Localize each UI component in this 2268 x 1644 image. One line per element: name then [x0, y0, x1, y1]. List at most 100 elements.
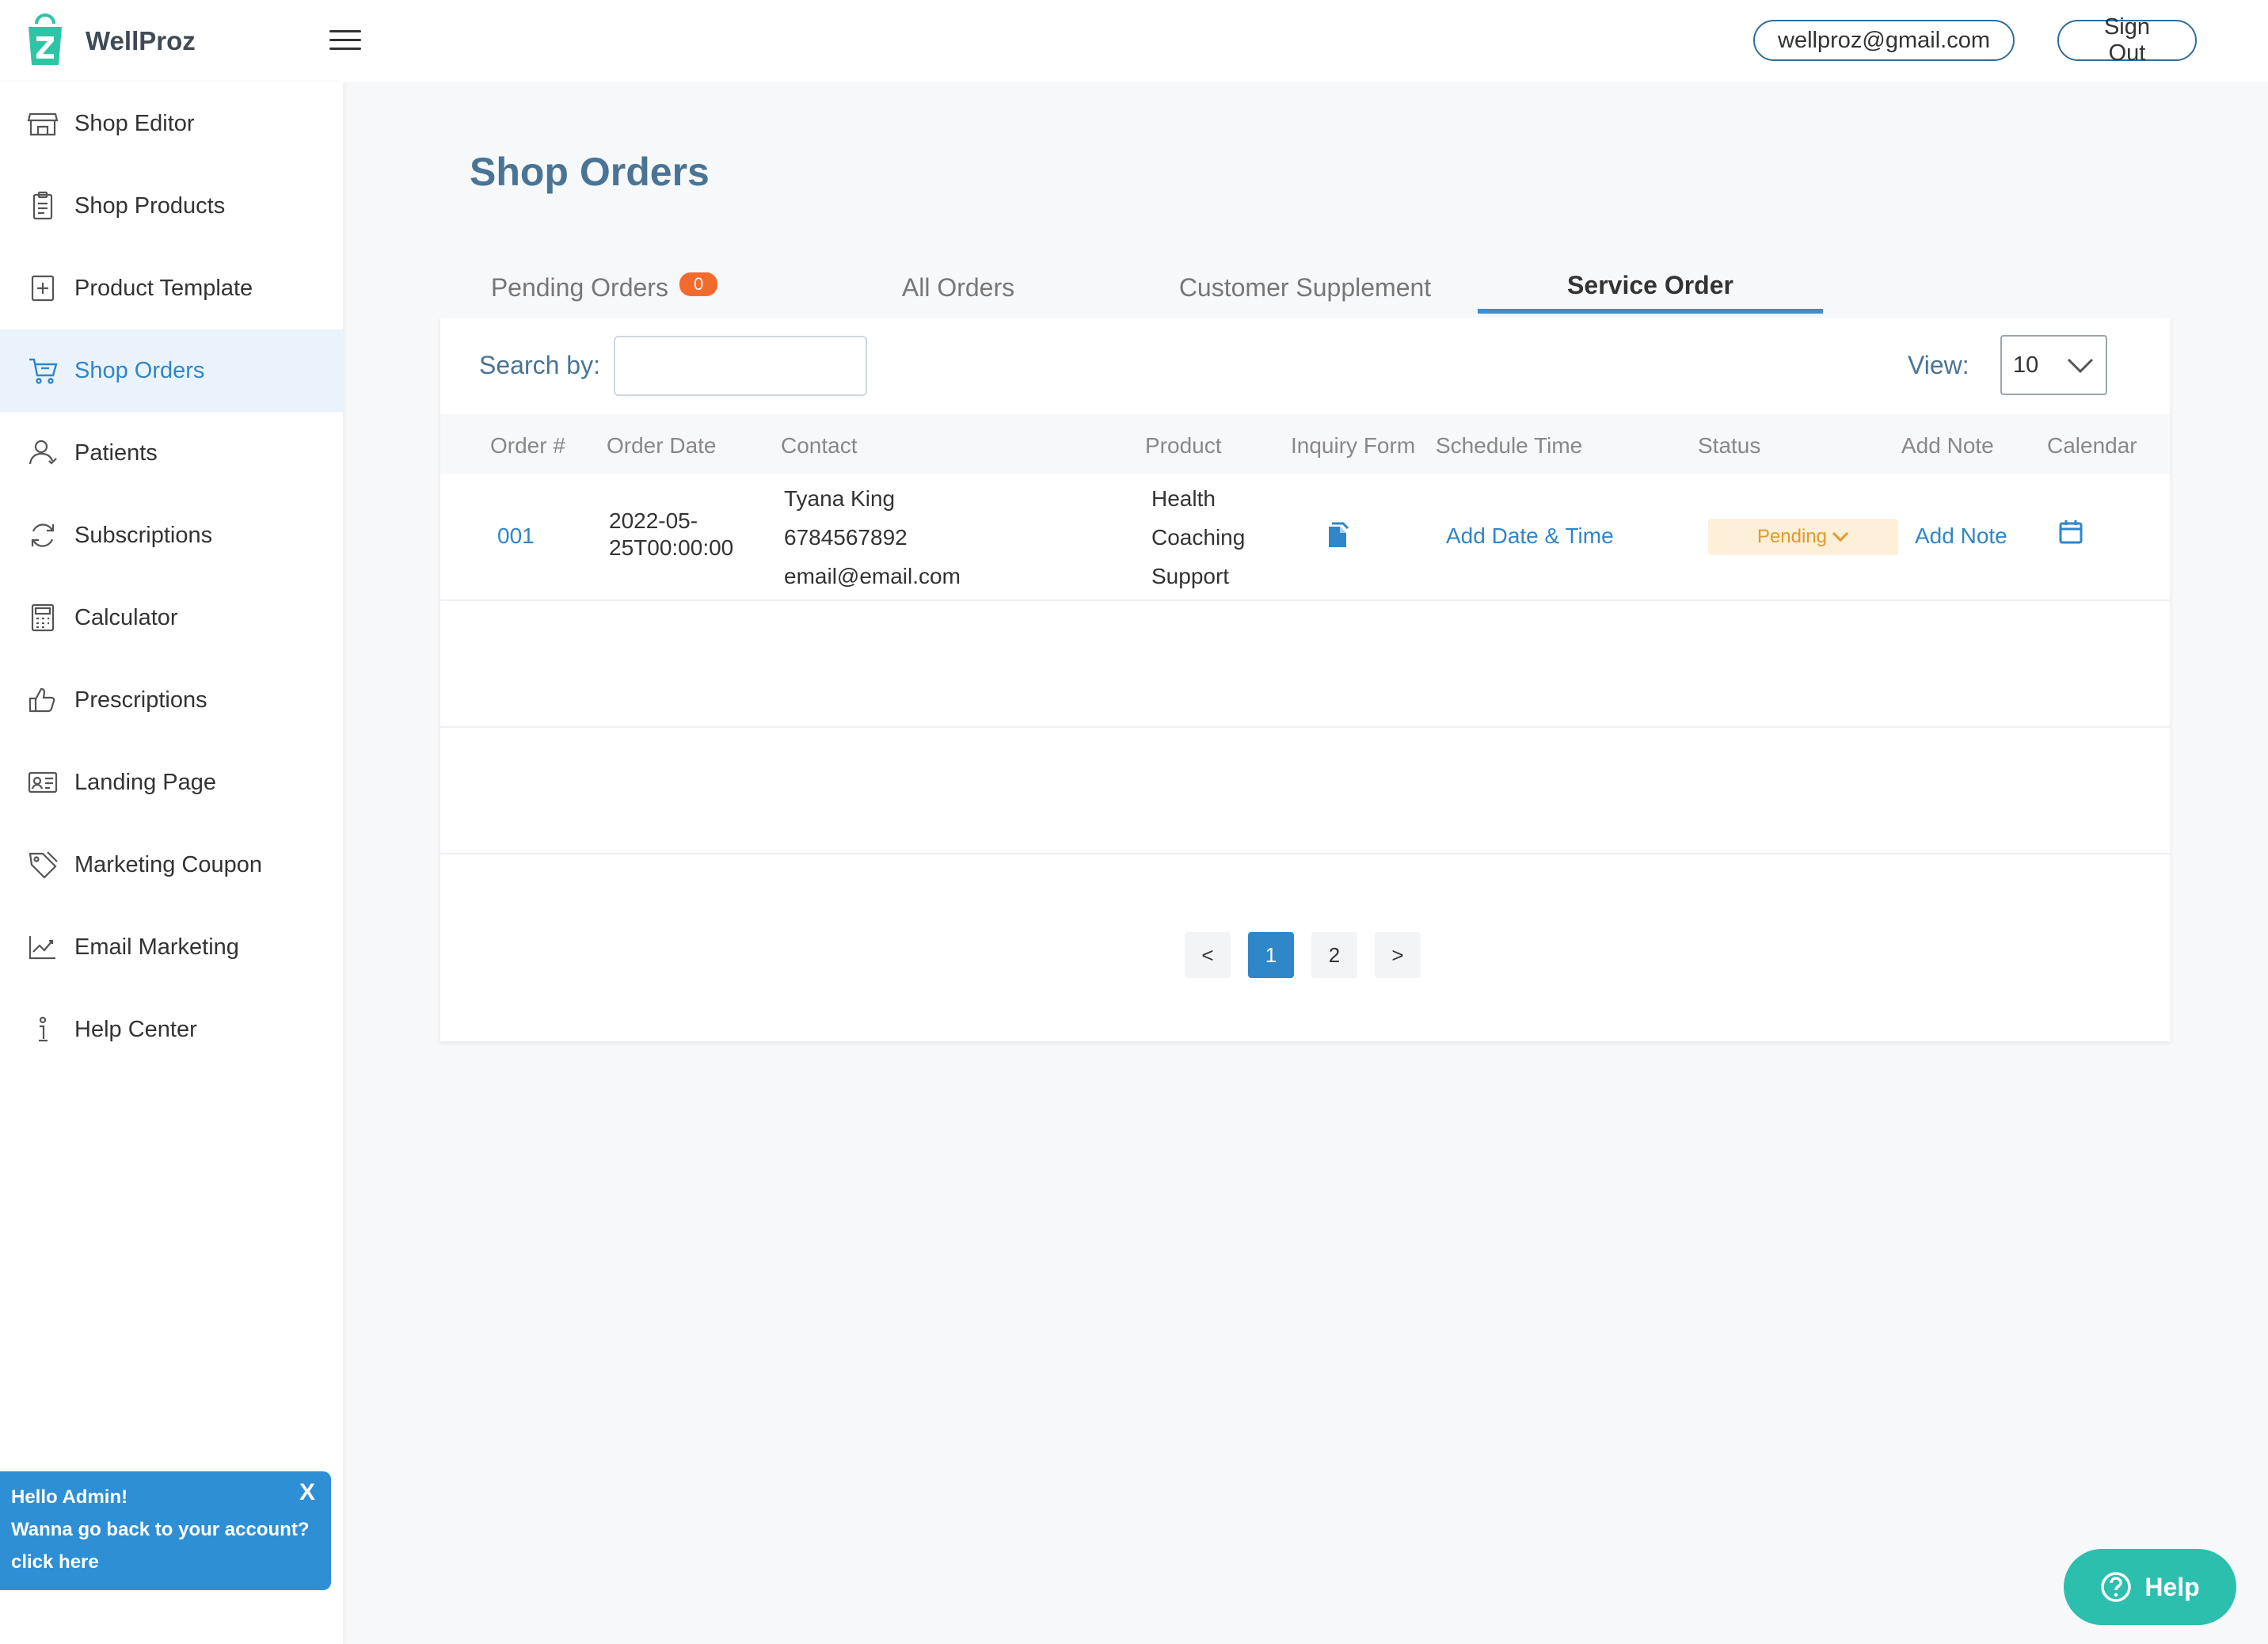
refresh-icon — [27, 519, 59, 551]
brand[interactable]: WellProz — [25, 13, 196, 70]
search-input[interactable] — [614, 336, 867, 396]
column-header: Schedule Time — [1436, 433, 1583, 458]
status-dropdown[interactable]: Pending — [1708, 519, 1898, 555]
account-email-button[interactable]: wellproz@gmail.com — [1753, 20, 2015, 61]
column-header: Inquiry Form — [1291, 433, 1416, 458]
contact-phone: 6784567892 — [784, 525, 908, 550]
sidebar: Shop Editor Shop Products Product Templa… — [0, 82, 343, 1644]
tab-label: Service Order — [1567, 270, 1733, 299]
user-icon — [27, 437, 59, 469]
question-circle-icon — [2101, 1572, 2132, 1602]
page-size-select[interactable]: 10 — [2000, 335, 2107, 395]
sidebar-item-label: Landing Page — [74, 769, 216, 795]
chevron-down-icon — [2067, 358, 2094, 374]
product-name-line: Coaching — [1151, 525, 1246, 550]
orders-card: Search by: View: 10 Order # Order Date C… — [440, 318, 2170, 1041]
sidebar-item-help-center[interactable]: Help Center — [0, 988, 343, 1071]
contact-name: Tyana King — [784, 486, 896, 511]
hamburger-menu-icon[interactable] — [329, 30, 361, 54]
order-number-link[interactable]: 001 — [497, 523, 535, 549]
sidebar-item-subscriptions[interactable]: Subscriptions — [0, 494, 343, 577]
product-name-line: Health — [1151, 486, 1216, 511]
sidebar-item-shop-orders[interactable]: Shop Orders — [0, 329, 343, 412]
sidebar-item-label: Marketing Coupon — [74, 851, 262, 877]
banner-question: Wanna go back to your account? — [11, 1519, 310, 1540]
column-header: Contact — [781, 433, 858, 458]
pagination-page-2[interactable]: 2 — [1311, 932, 1357, 978]
add-date-time-link[interactable]: Add Date & Time — [1446, 523, 1614, 549]
wellproz-logo-icon — [25, 13, 65, 70]
column-header: Status — [1698, 433, 1761, 458]
search-label: Search by: — [479, 351, 600, 379]
column-header: Calendar — [2047, 433, 2137, 458]
table-row-empty — [440, 728, 2170, 854]
order-date-line: 25T00:00:00 — [609, 535, 734, 560]
sign-out-button[interactable]: Sign Out — [2057, 14, 2197, 66]
chevron-down-icon — [1832, 531, 1849, 542]
banner-click-here-link[interactable]: click here — [11, 1546, 320, 1578]
product-name-line: Support — [1151, 564, 1230, 588]
sidebar-item-shop-products[interactable]: Shop Products — [0, 165, 343, 247]
sidebar-item-email-marketing[interactable]: Email Marketing — [0, 906, 343, 988]
sidebar-item-label: Shop Products — [74, 192, 226, 219]
sidebar-item-shop-editor[interactable]: Shop Editor — [0, 82, 343, 165]
tab-label: Pending Orders — [490, 272, 668, 302]
clipboard-icon — [27, 190, 59, 222]
pagination-page-1[interactable]: 1 — [1248, 932, 1294, 978]
tab-pending-orders[interactable]: Pending Orders 0 — [470, 261, 739, 314]
order-date: 2022-05- 25T00:00:00 — [609, 508, 733, 561]
column-header: Order Date — [607, 433, 717, 458]
sidebar-item-label: Help Center — [74, 1016, 197, 1042]
tab-service-order[interactable]: Service Order — [1478, 261, 1823, 314]
tab-label: Customer Supplement — [1178, 272, 1432, 302]
product-name: Health Coaching Support — [1151, 479, 1245, 596]
id-card-icon — [27, 767, 59, 798]
calendar-icon[interactable] — [2059, 519, 2083, 544]
line-chart-icon — [27, 931, 59, 963]
contact-info: Tyana King 6784567892 email@email.com — [784, 479, 961, 596]
tab-all-orders[interactable]: All Orders — [879, 261, 1037, 314]
inquiry-form-document-icon[interactable] — [1326, 522, 1349, 549]
contact-email: email@email.com — [784, 564, 961, 588]
plus-box-icon — [27, 272, 59, 304]
thumbs-up-icon — [27, 684, 59, 716]
sidebar-item-calculator[interactable]: Calculator — [0, 577, 343, 659]
storefront-icon — [27, 108, 59, 139]
sidebar-item-marketing-coupon[interactable]: Marketing Coupon — [0, 824, 343, 906]
sidebar-item-label: Subscriptions — [74, 522, 213, 548]
calculator-icon — [27, 602, 59, 634]
sidebar-item-label: Shop Orders — [74, 357, 205, 383]
table-header: Order # Order Date Contact Product Inqui… — [440, 414, 2170, 474]
info-icon — [27, 1014, 59, 1045]
sidebar-item-landing-page[interactable]: Landing Page — [0, 741, 343, 824]
order-date-line: 2022-05- — [609, 508, 698, 533]
tag-icon — [27, 849, 59, 881]
add-note-link[interactable]: Add Note — [1915, 523, 2007, 549]
help-button[interactable]: Help — [2064, 1549, 2236, 1625]
sidebar-item-label: Shop Editor — [74, 110, 195, 136]
brand-name: WellProz — [86, 26, 196, 55]
view-label: View: — [1908, 351, 1969, 379]
sidebar-item-label: Patients — [74, 440, 158, 466]
table-row: 001 2022-05- 25T00:00:00 Tyana King 6784… — [440, 474, 2170, 601]
help-button-label: Help — [2144, 1572, 2200, 1601]
pending-count-badge: 0 — [679, 272, 718, 296]
column-header: Add Note — [1901, 433, 1994, 458]
tab-customer-supplement[interactable]: Customer Supplement — [1156, 261, 1454, 314]
sidebar-item-patients[interactable]: Patients — [0, 412, 343, 494]
pagination-next-button[interactable]: > — [1375, 932, 1421, 978]
admin-return-banner[interactable]: Hello Admin! Wanna go back to your accou… — [0, 1471, 331, 1590]
table-row-empty — [440, 601, 2170, 728]
banner-close-icon[interactable]: X — [299, 1476, 315, 1509]
sidebar-item-label: Calculator — [74, 604, 178, 630]
pagination-prev-button[interactable]: < — [1185, 932, 1231, 978]
page-size-value: 10 — [2013, 352, 2039, 378]
sidebar-item-product-template[interactable]: Product Template — [0, 247, 343, 329]
status-value: Pending — [1756, 526, 1828, 547]
column-header: Product — [1145, 433, 1222, 458]
sidebar-item-label: Product Template — [74, 275, 253, 301]
banner-greeting: Hello Admin! — [11, 1486, 128, 1508]
sidebar-item-prescriptions[interactable]: Prescriptions — [0, 659, 343, 741]
sidebar-item-label: Prescriptions — [74, 687, 207, 713]
page-title: Shop Orders — [470, 150, 710, 194]
